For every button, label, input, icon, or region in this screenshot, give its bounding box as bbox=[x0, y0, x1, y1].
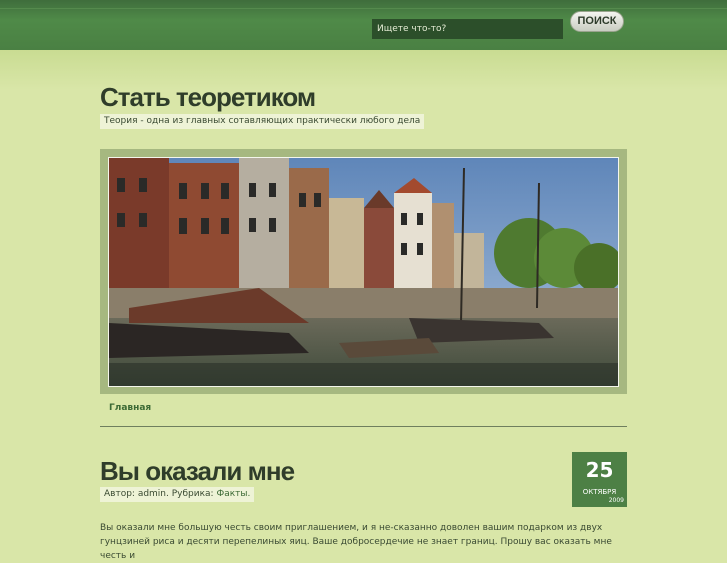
canal-boats-photo-icon bbox=[109, 158, 618, 386]
search-input[interactable] bbox=[372, 19, 563, 39]
search-button[interactable]: ПОИСК bbox=[570, 11, 624, 32]
post-body: Вы оказали мне большую честь своим пригл… bbox=[100, 523, 612, 561]
post-category-link[interactable]: Факты. bbox=[216, 489, 250, 499]
post-date-day: 25 bbox=[585, 458, 614, 482]
site-tagline: Теория - одна из главных сотавляющих пра… bbox=[100, 114, 425, 129]
post-meta: Автор: admin. Рубрика: Факты. bbox=[100, 487, 255, 502]
main-nav: Главная bbox=[100, 398, 627, 427]
header-image bbox=[108, 157, 619, 387]
post-meta-prefix: Автор: admin. Рубрика: bbox=[104, 489, 214, 499]
post-title[interactable]: Вы оказали мне bbox=[100, 456, 295, 487]
post-date-month: октября bbox=[582, 488, 617, 496]
post-date-year: 2009 bbox=[608, 497, 624, 504]
header-image-frame bbox=[100, 149, 627, 394]
post-date-badge: 25 октября 2009 bbox=[572, 452, 627, 507]
nav-item-home[interactable]: Главная bbox=[109, 403, 151, 413]
top-bar-line bbox=[0, 8, 727, 9]
site-title[interactable]: Стать теоретиком bbox=[100, 82, 316, 113]
